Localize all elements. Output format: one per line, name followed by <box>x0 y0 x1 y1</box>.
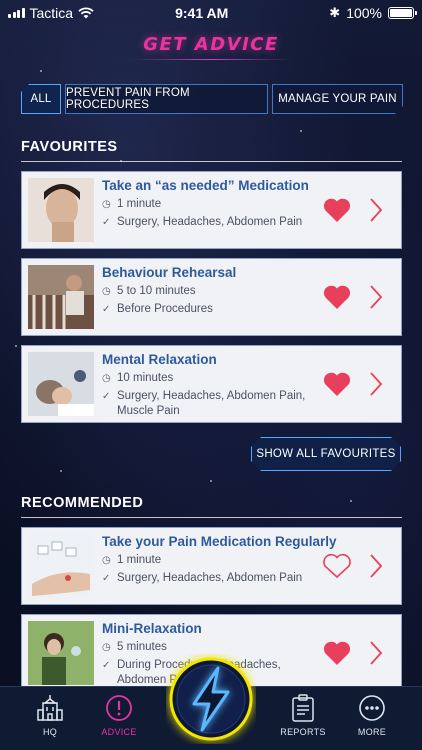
card-title: Mental Relaxation <box>102 352 217 367</box>
card-duration: 10 minutes <box>117 372 174 384</box>
building-icon <box>35 693 65 723</box>
card-duration: 5 minutes <box>117 641 167 653</box>
heart-filled-icon[interactable] <box>323 197 351 223</box>
battery-icon <box>388 7 417 19</box>
chevron-right-icon[interactable] <box>369 553 383 579</box>
show-all-favourites-button[interactable]: SHOW ALL FAVOURITES <box>251 437 401 471</box>
check-circle-icon: ✓ <box>102 304 111 315</box>
clock: 9:41 AM <box>175 5 229 21</box>
clock-icon: ◷ <box>102 286 111 297</box>
advice-card-behaviour-rehearsal[interactable]: Behaviour Rehearsal ◷ 5 to 10 minutes ✓ Be… <box>21 258 402 336</box>
nav-advice[interactable]: ADVICE <box>89 693 149 737</box>
filter-tabs: ALL PREVENT PAIN FROM PROCEDURES MANAGE … <box>21 84 403 114</box>
thumbnail-image <box>28 621 94 685</box>
chevron-right-icon[interactable] <box>369 284 383 310</box>
check-circle-icon: ✓ <box>102 660 111 671</box>
tab-manage-pain[interactable]: MANAGE YOUR PAIN <box>272 84 403 114</box>
advice-card-mental-relaxation[interactable]: Mental Relaxation ◷ 10 minutes ✓ Surgery, … <box>21 345 402 423</box>
alert-circle-icon <box>104 693 134 723</box>
favourites-heading: FAVOURITES <box>21 139 402 162</box>
heart-filled-icon[interactable] <box>323 284 351 310</box>
header: GET ADVICE <box>0 26 422 62</box>
card-title: Take an “as needed” Medication <box>102 178 309 193</box>
card-duration: 1 minute <box>117 198 162 210</box>
nav-more-label: MORE <box>357 727 387 737</box>
heart-filled-icon[interactable] <box>323 640 351 666</box>
card-duration: 5 to 10 minutes <box>117 285 196 297</box>
thumbnail-image <box>28 352 94 416</box>
clipboard-icon <box>288 693 318 723</box>
chevron-right-icon[interactable] <box>369 371 383 397</box>
recommended-heading: RECOMMENDED <box>21 495 402 518</box>
more-dots-icon <box>357 693 387 723</box>
battery-percent: 100% <box>346 5 382 21</box>
card-title: Take your Pain Medication Regularly <box>102 534 337 549</box>
check-circle-icon: ✓ <box>102 217 111 228</box>
clock-icon: ◷ <box>102 642 111 653</box>
wifi-icon <box>78 7 94 19</box>
card-duration: 1 minute <box>117 554 162 566</box>
advice-card-pain-medication-regularly[interactable]: Take your Pain Medication Regularly ◷ 1 m… <box>21 527 402 605</box>
page-title: GET ADVICE <box>143 33 279 55</box>
clock-icon: ◷ <box>102 555 111 566</box>
card-conditions: Before Procedures <box>117 303 213 315</box>
nav-advice-label: ADVICE <box>101 727 137 737</box>
nav-more[interactable]: MORE <box>342 693 402 737</box>
clock-icon: ◷ <box>102 373 111 384</box>
card-conditions: Surgery, Headaches, Abdomen Pain <box>117 572 303 584</box>
tab-all[interactable]: ALL <box>21 84 61 114</box>
nav-reports[interactable]: REPORTS <box>273 693 333 737</box>
thumbnail-image <box>28 265 94 329</box>
chevron-right-icon[interactable] <box>369 640 383 666</box>
check-circle-icon: ✓ <box>102 391 111 402</box>
advice-card-as-needed-medication[interactable]: Take an “as needed” Medication ◷ 1 minute… <box>21 171 402 249</box>
lightning-action-button[interactable] <box>166 654 256 744</box>
heart-outline-icon[interactable] <box>323 553 351 579</box>
bluetooth-icon: ✱ <box>329 5 341 20</box>
thumbnail-image <box>28 178 94 242</box>
clock-icon: ◷ <box>102 199 111 210</box>
carrier-label: Tactica <box>29 5 74 21</box>
thumbnail-image <box>28 534 94 598</box>
nav-hq-label: HQ <box>42 727 58 737</box>
check-circle-icon: ✓ <box>102 573 111 584</box>
tab-prevent-pain[interactable]: PREVENT PAIN FROM PROCEDURES <box>65 84 268 114</box>
signal-icon <box>8 8 25 18</box>
heart-filled-icon[interactable] <box>323 371 351 397</box>
card-conditions: Surgery, Headaches, Abdomen Pain, Muscle… <box>117 390 306 417</box>
nav-reports-label: REPORTS <box>280 727 326 737</box>
card-title: Behaviour Rehearsal <box>102 265 237 280</box>
card-title: Mini-Relaxation <box>102 621 202 636</box>
card-conditions: Surgery, Headaches, Abdomen Pain <box>117 216 303 228</box>
chevron-right-icon[interactable] <box>369 197 383 223</box>
status-bar: Tactica 9:41 AM ✱ 100% <box>0 0 422 26</box>
nav-hq[interactable]: HQ <box>20 693 80 737</box>
